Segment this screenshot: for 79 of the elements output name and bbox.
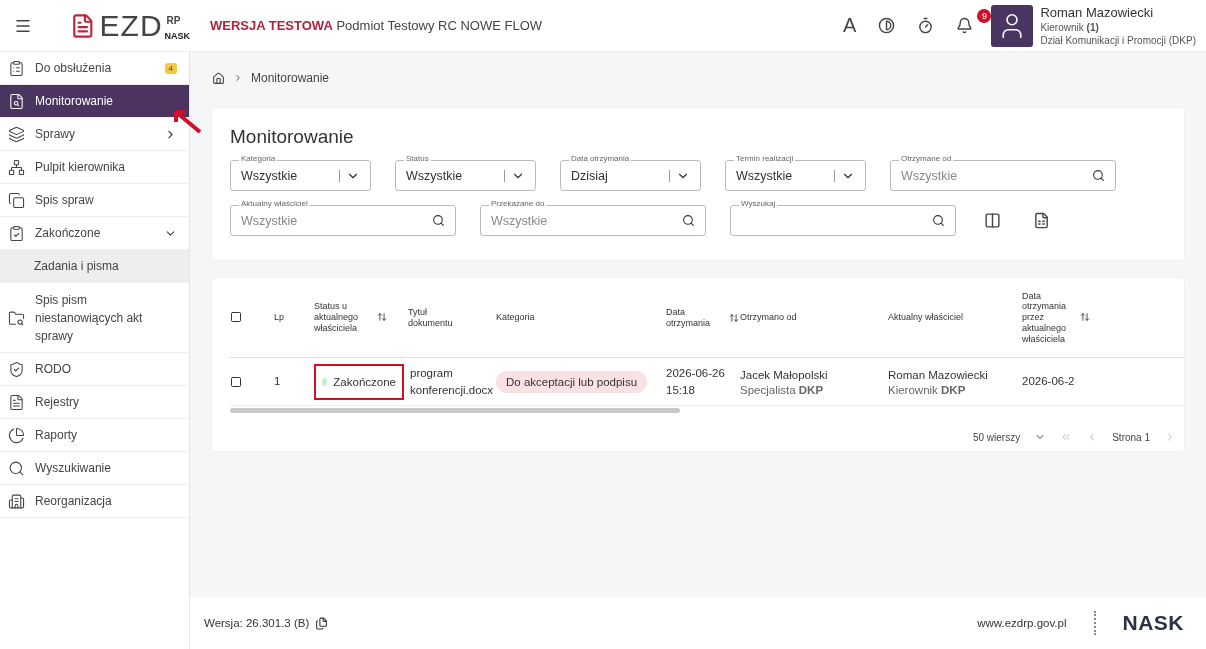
timer-icon (917, 17, 935, 34)
clipboard-icon (8, 59, 25, 77)
column-header: Otrzymano od (740, 312, 797, 323)
sender-role: Specjalista DKP (740, 383, 824, 396)
search-icon (682, 214, 695, 227)
field-label: Otrzymane od (899, 154, 954, 163)
sort-icon[interactable] (377, 312, 387, 323)
sort-icon[interactable] (1080, 312, 1090, 323)
column-header: Aktualny właściciel (888, 312, 964, 323)
breadcrumb-item: Monitorowanie (251, 71, 330, 85)
folder-search-icon (8, 309, 25, 327)
field-value: Wszystkie (736, 168, 794, 183)
logo-superscript: RP (166, 14, 181, 26)
building-icon (8, 492, 25, 510)
user-role: Kierownik (1) (1040, 22, 1100, 33)
layers-icon (8, 125, 25, 143)
owner-name: Roman Mazowiecki (888, 369, 988, 382)
table-cell-text: 1 (274, 374, 282, 390)
search-icon (8, 459, 25, 477)
notification-count: 9 (977, 9, 992, 23)
page-indicator: Strona 1 (1112, 431, 1150, 443)
field-label: Status (404, 154, 431, 163)
column-header: Data otrzymania (666, 306, 711, 329)
category-tag: Do akceptacji lub podpisu (496, 370, 648, 393)
sort-icon[interactable] (729, 312, 739, 323)
sidebar-item[interactable]: Monitorowanie (0, 85, 189, 118)
field-value: Wszystkie (406, 168, 464, 183)
user-department: Dział Komunikacji i Promocji (DKP) (1040, 35, 1196, 46)
avatar[interactable] (991, 4, 1034, 47)
rows-per-page[interactable]: 50 wierszy (972, 431, 1021, 443)
scrollbar[interactable] (230, 408, 680, 413)
count-badge: 4 (164, 62, 177, 74)
field-label: Przekazane do (489, 199, 547, 208)
document-icon (8, 393, 25, 411)
table-cell-text: 2026-06-26 15:18 (666, 366, 726, 398)
clipboard-icon (8, 224, 25, 242)
copy-icon[interactable] (315, 616, 329, 630)
column-header: Tytuł dokumentu (408, 306, 454, 329)
status-text: Zakończone (333, 375, 396, 388)
font-size-button[interactable]: A (839, 10, 861, 41)
chevron-right-icon (233, 73, 243, 83)
field-label: Kategoria (239, 154, 278, 163)
table-cell-text: 2026-06-2 (1022, 374, 1076, 390)
field-placeholder: Wszystkie (241, 213, 299, 228)
column-header: Status u aktualnego właściciela (314, 301, 360, 334)
search-icon (1092, 169, 1105, 182)
footer-logo: NASK (1094, 611, 1184, 635)
search-icon (932, 214, 945, 227)
shield-icon (8, 360, 25, 378)
field-label: Wyszukaj (739, 199, 778, 208)
field-label: Aktualny właściciel (239, 199, 310, 208)
sender-name: Jacek Małopolski (740, 369, 828, 382)
organization-name: WERSJA TESTOWA Podmiot Testowy RC NOWE FLOW (210, 18, 543, 33)
sidebar-subitem[interactable]: Zadania i pisma (0, 250, 189, 283)
spreadsheet-icon (1033, 212, 1050, 229)
field-label: Termin realizacji (734, 154, 796, 163)
search-icon (432, 214, 445, 227)
checkbox[interactable] (230, 375, 242, 388)
logo-subtitle: NASK (164, 30, 190, 41)
owner-role: Kierownik DKP (888, 383, 966, 396)
columns-icon (984, 212, 1001, 229)
copy-icon (8, 191, 25, 209)
column-header: Kategoria (496, 312, 535, 323)
field-placeholder: Wszystkie (491, 213, 549, 228)
website-link[interactable]: www.ezdrp.gov.pl (977, 617, 1067, 629)
table-cell-text: program konferencji.docx (409, 366, 495, 398)
checkbox[interactable] (230, 310, 242, 323)
field-value: Wszystkie (241, 168, 299, 183)
field-value: Dzisiaj (571, 168, 609, 183)
logo-text: EZD (99, 8, 163, 43)
user-name: Roman Mazowiecki (1040, 5, 1155, 20)
column-header: Lp (274, 312, 284, 323)
version-text: Wersja: 26.301.3 (B) (204, 617, 310, 629)
field-placeholder: Wszystkie (901, 168, 959, 183)
field-label: Data otrzymania (569, 154, 632, 163)
pie-chart-icon (8, 426, 25, 444)
column-header: Data otrzymania przez aktualnego właściciela (1022, 290, 1068, 345)
home-icon[interactable] (212, 71, 225, 85)
page-title: Monitorowanie (230, 126, 355, 148)
